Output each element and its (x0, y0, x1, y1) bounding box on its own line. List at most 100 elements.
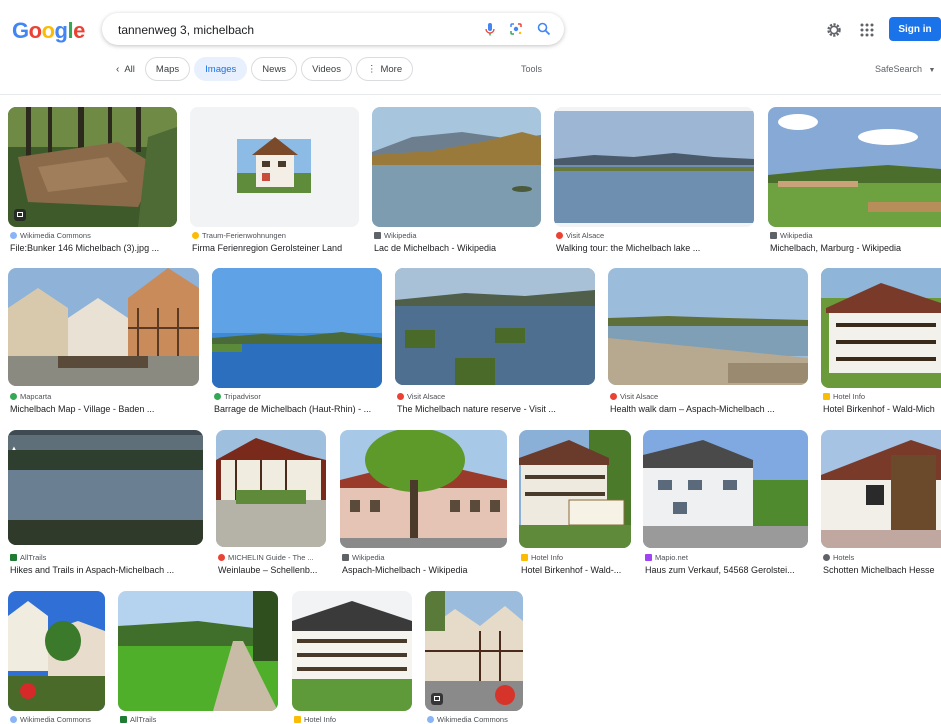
result-source[interactable]: Traum-Ferienwohnungen (192, 231, 286, 240)
result-title[interactable]: Michelbach, Marburg - Wikipedia (770, 243, 941, 253)
result-source[interactable]: Wikipedia (342, 553, 385, 562)
image-result[interactable]: Wikipedia Michelbach, Marburg - Wikipedi… (768, 107, 941, 257)
image-result[interactable]: Tripadvisor Barrage de Michelbach (Haut-… (212, 268, 384, 418)
result-thumbnail[interactable] (118, 591, 278, 711)
result-title[interactable]: Michelbach Map - Village - Baden ... (10, 404, 200, 414)
image-result[interactable]: Wikimedia Commons (8, 591, 106, 724)
image-result[interactable]: Wikimedia Commons File:Bunker 146 Michel… (8, 107, 178, 257)
tab-more[interactable]: ⋮ More (355, 57, 414, 81)
result-thumbnail[interactable] (190, 107, 359, 227)
apps-grid-icon[interactable] (857, 20, 877, 40)
mapio-favicon-icon (645, 554, 652, 561)
result-source[interactable]: Tripadvisor (214, 392, 261, 401)
result-source[interactable]: Wikimedia Commons (10, 715, 91, 724)
image-result[interactable]: ▲ AllTrails Hikes and Trails in Aspach-M… (8, 430, 205, 580)
result-source[interactable]: Wikipedia (374, 231, 417, 240)
result-thumbnail[interactable] (768, 107, 941, 227)
result-source[interactable]: AllTrails (120, 715, 156, 724)
result-title[interactable]: Schotten Michelbach Hesse (823, 565, 941, 575)
result-title[interactable]: Haus zum Verkauf, 54568 Gerolstei... (645, 565, 809, 575)
result-thumbnail[interactable] (643, 430, 808, 548)
result-thumbnail[interactable] (425, 591, 523, 711)
result-source[interactable]: Hotel Info (823, 392, 865, 401)
wikipedia-favicon-icon (770, 232, 777, 239)
town-hall-tree-photo (340, 430, 507, 548)
tab-images[interactable]: Images (194, 57, 248, 81)
image-result[interactable]: Mapio.net Haus zum Verkauf, 54568 Gerols… (643, 430, 809, 580)
result-thumbnail[interactable]: ▲ (8, 430, 203, 545)
image-result[interactable]: Wikipedia Aspach-Michelbach - Wikipedia (340, 430, 508, 580)
result-source[interactable]: Visit Alsace (610, 392, 658, 401)
result-thumbnail[interactable] (821, 268, 941, 388)
image-result[interactable]: Hotel Info Hotel Birkenhof - Wald-... (519, 430, 632, 580)
result-source[interactable]: Mapio.net (645, 553, 688, 562)
lens-icon[interactable] (508, 21, 524, 37)
result-source[interactable]: Wikimedia Commons (10, 231, 91, 240)
result-title[interactable]: Aspach-Michelbach - Wikipedia (342, 565, 508, 575)
result-source[interactable]: Mapcarta (10, 392, 51, 401)
tools-button[interactable]: Tools (521, 64, 542, 74)
result-source[interactable]: Hotel Info (521, 553, 563, 562)
result-thumbnail[interactable] (212, 268, 382, 388)
sign-in-button[interactable]: Sign in (889, 17, 941, 41)
result-title[interactable]: Hikes and Trails in Aspach-Michelbach ..… (10, 565, 200, 575)
result-source[interactable]: Wikimedia Commons (427, 715, 508, 724)
result-thumbnail[interactable] (554, 107, 754, 227)
image-result[interactable]: MICHELIN Guide - The ... Weinlaube – Sch… (216, 430, 328, 580)
result-title[interactable]: Weinlaube – Schellenb... (218, 565, 328, 575)
tab-maps[interactable]: Maps (144, 57, 191, 81)
result-source[interactable]: MICHELIN Guide - The ... (218, 553, 314, 562)
result-thumbnail[interactable] (216, 430, 326, 547)
result-source[interactable]: AllTrails (10, 553, 46, 562)
result-thumbnail[interactable] (372, 107, 541, 227)
result-source[interactable]: Visit Alsace (397, 392, 445, 401)
tab-all[interactable]: ‹ All (110, 57, 141, 81)
image-result[interactable]: Traum-Ferienwohnungen Firma Ferienregion… (190, 107, 360, 257)
image-result[interactable]: Visit Alsace Walking tour: the Michelbac… (554, 107, 756, 257)
image-result[interactable]: Hotels Schotten Michelbach Hesse (821, 430, 941, 580)
result-title[interactable]: Health walk dam – Aspach-Michelbach ... (610, 404, 810, 414)
image-result[interactable]: AllTrails (118, 591, 280, 724)
result-title[interactable]: Lac de Michelbach - Wikipedia (374, 243, 542, 253)
result-title[interactable]: Barrage de Michelbach (Haut-Rhin) - ... (214, 404, 384, 414)
house-photo (190, 107, 359, 227)
result-thumbnail[interactable] (821, 430, 941, 548)
result-thumbnail[interactable] (8, 107, 177, 227)
image-result[interactable]: Wikimedia Commons (425, 591, 525, 724)
result-source[interactable]: Hotel Info (294, 715, 336, 724)
microphone-icon[interactable] (482, 21, 498, 37)
result-thumbnail[interactable] (8, 268, 199, 386)
source-label: Hotel Info (304, 715, 337, 724)
image-result[interactable]: Visit Alsace The Michelbach nature reser… (395, 268, 597, 418)
result-thumbnail[interactable] (608, 268, 808, 385)
result-thumbnail[interactable] (340, 430, 507, 548)
result-thumbnail[interactable] (292, 591, 412, 711)
result-source[interactable]: Visit Alsace (556, 231, 604, 240)
result-title[interactable]: File:Bunker 146 Michelbach (3).jpg ... (10, 243, 178, 253)
safesearch-menu[interactable]: SafeSearch ▼ (875, 64, 935, 74)
result-thumbnail[interactable] (519, 430, 631, 548)
google-logo[interactable]: Google (12, 18, 85, 44)
result-thumbnail[interactable] (8, 591, 105, 711)
result-title[interactable]: Hotel Birkenhof - Wald-... (521, 565, 631, 575)
source-label: Hotels (833, 553, 855, 562)
result-title[interactable]: Walking tour: the Michelbach lake ... (556, 243, 754, 253)
result-source[interactable]: Wikipedia (770, 231, 813, 240)
settings-gear-icon[interactable] (824, 20, 844, 40)
image-result[interactable]: Hotel Info (292, 591, 413, 724)
result-source[interactable]: Hotels (823, 553, 854, 562)
tab-news[interactable]: News (251, 57, 298, 81)
result-thumbnail[interactable] (395, 268, 595, 385)
search-icon[interactable] (536, 21, 552, 37)
search-input[interactable] (116, 19, 460, 41)
image-result[interactable]: Mapcarta Michelbach Map - Village - Bade… (8, 268, 200, 418)
image-result[interactable]: Visit Alsace Health walk dam – Aspach-Mi… (608, 268, 810, 418)
tab-videos[interactable]: Videos (301, 57, 352, 81)
wikipedia-favicon-icon (342, 554, 349, 561)
result-title[interactable]: Hotel Birkenhof - Wald-Mich (823, 404, 941, 414)
image-result[interactable]: Wikipedia Lac de Michelbach - Wikipedia (372, 107, 542, 257)
image-result[interactable]: Hotel Info Hotel Birkenhof - Wald-Mich (821, 268, 941, 418)
result-title[interactable]: Firma Ferienregion Gerolsteiner Land (192, 243, 360, 253)
result-title[interactable]: The Michelbach nature reserve - Visit ..… (397, 404, 597, 414)
chalet-house-photo (821, 430, 941, 548)
